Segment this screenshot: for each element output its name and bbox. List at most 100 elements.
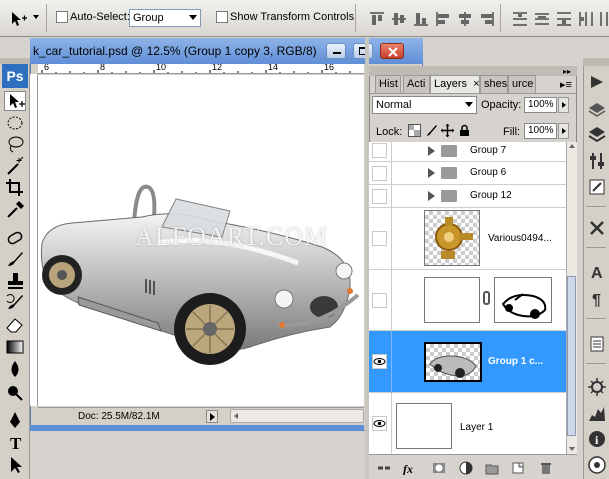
horizontal-scrollbar[interactable]	[230, 409, 364, 423]
adjust-icon[interactable]	[587, 151, 607, 171]
link-layers-icon[interactable]	[377, 461, 391, 475]
expand-triangle-icon[interactable]	[428, 146, 435, 156]
tab-actions[interactable]: Acti	[403, 75, 430, 93]
fill-input[interactable]: 100%	[524, 123, 557, 139]
dock-grip[interactable]	[583, 58, 609, 66]
blur-icon[interactable]	[4, 359, 26, 379]
history-brush-icon[interactable]	[4, 292, 26, 312]
clone-stamp-icon[interactable]	[4, 271, 26, 291]
collapse-icon[interactable]: ▸▸	[563, 67, 571, 76]
distribute-bottom-icon[interactable]	[554, 9, 572, 27]
scroll-thumb[interactable]	[567, 276, 576, 436]
opacity-slider-button[interactable]	[558, 97, 569, 113]
expand-triangle-icon[interactable]	[428, 168, 435, 178]
new-group-icon[interactable]	[485, 461, 499, 475]
move-tool-icon[interactable]	[4, 91, 26, 111]
lock-transparency-icon[interactable]	[408, 124, 421, 137]
scroll-up-icon[interactable]	[569, 144, 575, 148]
eraser-icon[interactable]	[4, 314, 26, 334]
brush-tool-icon[interactable]	[4, 249, 26, 269]
close-button[interactable]	[380, 43, 404, 59]
settings-icon[interactable]	[587, 377, 607, 397]
marquee-tool-icon[interactable]	[4, 113, 26, 133]
align-left-icon[interactable]	[433, 9, 451, 27]
show-transform-checkbox[interactable]	[216, 11, 228, 23]
auto-select-checkbox[interactable]	[56, 11, 68, 23]
channels-icon[interactable]	[587, 124, 607, 144]
adjustment-layer-icon[interactable]	[459, 461, 473, 475]
visibility-toggle[interactable]	[372, 166, 387, 181]
styles-icon[interactable]	[587, 455, 607, 475]
distribute-hcenter-icon[interactable]	[596, 9, 609, 27]
layer-row[interactable]: Group 6	[369, 162, 566, 185]
text-icon[interactable]: A	[587, 262, 607, 282]
scroll-down-icon[interactable]	[569, 447, 575, 451]
move-tool-preset-icon[interactable]	[6, 9, 28, 29]
notes-icon[interactable]	[587, 334, 607, 354]
lock-position-icon[interactable]	[441, 124, 454, 137]
link-chain-icon[interactable]	[483, 291, 490, 305]
opacity-input[interactable]: 100%	[524, 97, 557, 113]
layer-row[interactable]: Various0494...	[369, 208, 566, 270]
distribute-vcenter-icon[interactable]	[532, 9, 550, 27]
tab-layers[interactable]: Layers ×	[430, 75, 480, 93]
lock-pixels-icon[interactable]	[425, 124, 438, 137]
type-tool-icon[interactable]: T	[4, 432, 26, 452]
play-icon[interactable]	[587, 72, 607, 92]
tools-icon[interactable]	[587, 218, 607, 238]
distribute-left-icon[interactable]	[576, 9, 594, 27]
visibility-toggle[interactable]	[372, 293, 387, 308]
eyedropper-icon[interactable]	[4, 199, 26, 219]
blend-mode-dropdown[interactable]: Normal	[372, 96, 477, 114]
distribute-top-icon[interactable]	[510, 9, 528, 27]
add-mask-icon[interactable]	[432, 461, 446, 475]
preset-dropdown-icon[interactable]	[33, 15, 39, 19]
maximize-button[interactable]	[353, 43, 373, 59]
tab-source[interactable]: urce	[508, 75, 536, 93]
visibility-toggle[interactable]	[372, 143, 387, 158]
pen-tool-icon[interactable]	[4, 410, 26, 430]
align-bottom-icon[interactable]	[411, 9, 429, 27]
delete-layer-icon[interactable]	[539, 461, 553, 475]
tab-history[interactable]: Hist	[375, 75, 401, 93]
dodge-icon[interactable]	[4, 382, 26, 402]
lasso-tool-icon[interactable]	[4, 134, 26, 154]
histogram-icon[interactable]	[587, 403, 607, 423]
minimize-button[interactable]	[326, 43, 346, 59]
layer-row[interactable]: Layer 1	[369, 393, 566, 454]
align-vcenter-icon[interactable]	[389, 9, 407, 27]
auto-select-dropdown[interactable]: Group	[129, 9, 201, 27]
visibility-toggle[interactable]	[372, 416, 387, 431]
path-select-icon[interactable]	[4, 455, 26, 475]
align-right-icon[interactable]	[477, 9, 495, 27]
close-tab-icon[interactable]: ×	[473, 78, 479, 90]
align-hcenter-icon[interactable]	[455, 9, 473, 27]
layers-icon[interactable]	[587, 98, 607, 118]
gradient-icon[interactable]	[4, 337, 26, 357]
fill-slider-button[interactable]	[558, 123, 569, 139]
align-top-icon[interactable]	[367, 9, 385, 27]
layer-row[interactable]: Group 12	[369, 185, 566, 208]
crop-tool-icon[interactable]	[4, 177, 26, 197]
visibility-toggle[interactable]	[372, 189, 387, 204]
horizontal-ruler[interactable]: 6 8 10 12 14 16	[38, 64, 364, 74]
scroll-left-icon[interactable]	[234, 413, 238, 419]
status-menu-button[interactable]	[206, 410, 218, 423]
layer-style-icon[interactable]: fx	[403, 461, 417, 475]
healing-brush-icon[interactable]	[4, 228, 26, 248]
lock-all-icon[interactable]	[458, 124, 471, 137]
expand-triangle-icon[interactable]	[428, 191, 435, 201]
brush-preset-icon[interactable]	[587, 177, 607, 197]
panel-menu-icon[interactable]: ▸≡	[560, 78, 572, 91]
new-layer-icon[interactable]	[511, 461, 525, 475]
visibility-toggle[interactable]	[372, 354, 387, 369]
vertical-ruler[interactable]	[30, 74, 38, 406]
info-icon[interactable]: i	[587, 429, 607, 449]
magic-wand-icon[interactable]	[4, 156, 26, 176]
tab-brushes[interactable]: shes	[480, 75, 508, 93]
visibility-toggle[interactable]	[372, 231, 387, 246]
layer-row-selected[interactable]: Group 1 c...	[369, 331, 566, 393]
layer-row[interactable]: Group 7	[369, 142, 566, 162]
paragraph-icon[interactable]: ¶	[587, 289, 607, 309]
layer-row[interactable]	[369, 270, 566, 331]
